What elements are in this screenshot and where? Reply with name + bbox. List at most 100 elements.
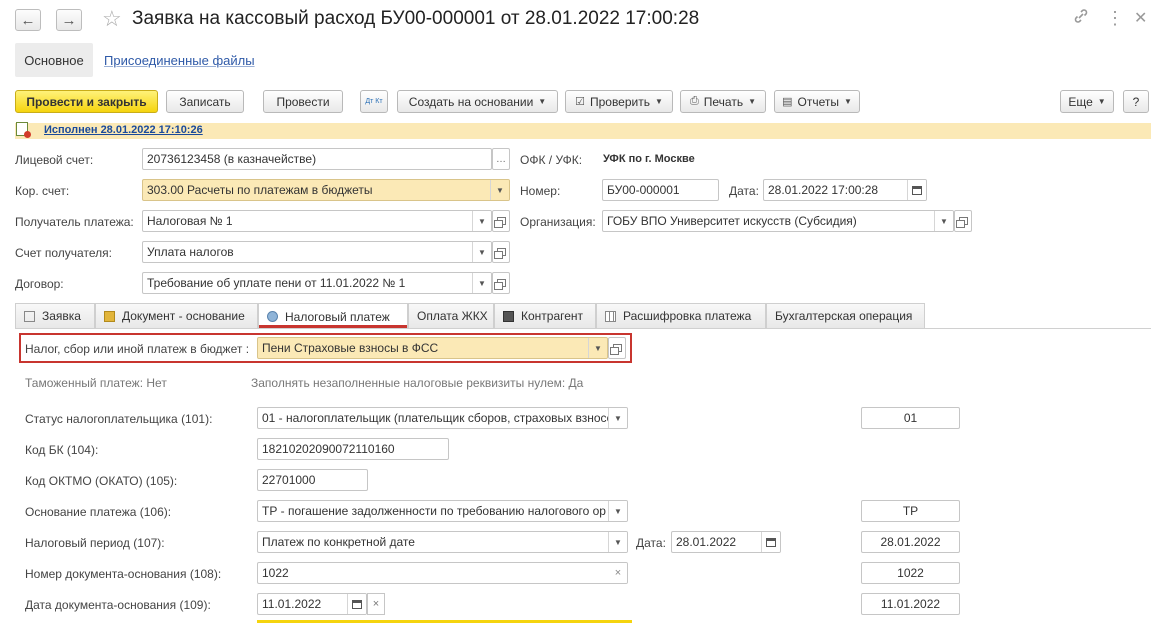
clear-icon[interactable]: ×	[609, 563, 627, 583]
more-button[interactable]: Еще ▼	[1060, 90, 1114, 113]
kbk-field[interactable]: 18210202090072110160	[257, 438, 449, 460]
open-button[interactable]	[492, 210, 510, 232]
oktmo-label: Код ОКТМО (ОКАТО) (105):	[25, 474, 178, 488]
calendar-icon[interactable]	[761, 532, 780, 552]
calendar-icon[interactable]	[907, 180, 926, 200]
dropdown-arrow-icon: ▼	[843, 97, 852, 106]
save-button[interactable]: Записать	[166, 90, 244, 113]
tab-request[interactable]: Заявка	[15, 303, 95, 328]
dropdown-arrow-icon[interactable]: ▼	[608, 408, 627, 428]
taxpayer-status-label: Статус налогоплательщика (101):	[25, 412, 213, 426]
basis-doc-number-label: Номер документа-основания (108):	[25, 567, 222, 581]
dropdown-arrow-icon[interactable]: ▼	[490, 180, 509, 200]
star-icon[interactable]: ☆	[102, 6, 122, 32]
ofk-label: ОФК / УФК:	[520, 153, 583, 167]
tax-period-code: 28.01.2022	[861, 531, 960, 553]
basis-doc-date-code: 11.01.2022	[861, 593, 960, 615]
taxpayer-status-code: 01	[861, 407, 960, 429]
active-tab-highlight	[259, 325, 407, 328]
close-icon[interactable]: ✕	[1134, 8, 1147, 28]
counterparty-icon	[503, 310, 514, 322]
number-label: Номер:	[520, 184, 561, 198]
personal-account-field[interactable]: 20736123458 (в казначействе)	[142, 148, 492, 170]
open-window-icon	[609, 344, 622, 355]
basis-doc-date-field[interactable]: 11.01.2022	[257, 593, 367, 615]
recipient-field[interactable]: Налоговая № 1 ▼	[142, 210, 492, 232]
dropdown-arrow-icon[interactable]: ▼	[934, 211, 953, 231]
tab-payment-details[interactable]: Расшифровка платежа	[596, 303, 766, 328]
cor-account-label: Кор. счет:	[15, 184, 70, 198]
tab-counterparty[interactable]: Контрагент	[494, 303, 596, 328]
ellipsis-icon: …	[496, 153, 506, 165]
open-window-icon	[493, 217, 506, 228]
date-field[interactable]: 28.01.2022 17:00:28	[763, 179, 927, 201]
status-link[interactable]: Исполнен 28.01.2022 17:10:26	[44, 124, 203, 136]
open-window-icon	[955, 217, 968, 228]
check-icon: ☑	[575, 96, 585, 108]
tab-basis-document[interactable]: Документ - основание	[95, 303, 258, 328]
dropdown-arrow-icon[interactable]: ▼	[472, 273, 491, 293]
tax-payment-label: Налог, сбор или иной платеж в бюджет :	[25, 342, 250, 356]
more-icon[interactable]: ⋮	[1106, 8, 1124, 29]
contract-label: Договор:	[15, 277, 64, 291]
checkbox-icon	[24, 310, 35, 322]
check-button[interactable]: ☑ Проверить ▼	[565, 90, 673, 113]
payment-basis-field[interactable]: ТР - погашение задолженности по требован…	[257, 500, 628, 522]
post-and-close-button[interactable]: Провести и закрыть	[15, 90, 158, 113]
calendar-icon[interactable]	[347, 594, 366, 614]
document-icon	[104, 310, 115, 322]
ofk-value: УФК по г. Москве	[603, 153, 695, 165]
open-button[interactable]	[492, 272, 510, 294]
basis-doc-date-label: Дата документа-основания (109):	[25, 598, 211, 612]
dropdown-arrow-icon[interactable]: ▼	[472, 242, 491, 262]
oktmo-field[interactable]: 22701000	[257, 469, 368, 491]
open-button[interactable]	[492, 241, 510, 263]
date-label: Дата:	[729, 184, 759, 198]
back-button[interactable]: ←	[15, 9, 41, 31]
link-icon[interactable]	[1073, 8, 1089, 29]
payment-basis-code: ТР	[861, 500, 960, 522]
help-button[interactable]: ?	[1123, 90, 1149, 113]
tab-attached-files[interactable]: Присоединенные файлы	[104, 53, 255, 68]
post-button[interactable]: Провести	[263, 90, 343, 113]
personal-account-label: Лицевой счет:	[15, 153, 94, 167]
contract-field[interactable]: Требование об уплате пени от 11.01.2022 …	[142, 272, 492, 294]
tax-payment-field[interactable]: Пени Страховые взносы в ФСС ▼	[257, 337, 608, 359]
dropdown-arrow-icon[interactable]: ▼	[472, 211, 491, 231]
reports-button[interactable]: ▤ Отчеты ▼	[774, 90, 860, 113]
dt-kt-button[interactable]: Дт Кт	[360, 90, 388, 113]
create-based-on-button[interactable]: Создать на основании ▼	[397, 90, 558, 113]
tab-main[interactable]: Основное	[15, 43, 93, 77]
organization-field[interactable]: ГОБУ ВПО Университет искусств (Субсидия)…	[602, 210, 954, 232]
open-button[interactable]	[954, 210, 972, 232]
tax-period-field[interactable]: Платеж по конкретной дате ▼	[257, 531, 628, 553]
cor-account-field[interactable]: 303.00 Расчеты по платежам в бюджеты ▼	[142, 179, 510, 201]
clear-button[interactable]: ×	[367, 593, 385, 615]
number-field[interactable]: БУ00-000001	[602, 179, 719, 201]
organization-label: Организация:	[520, 215, 596, 229]
page-title: Заявка на кассовый расход БУ00-000001 от…	[132, 8, 700, 29]
dropdown-arrow-icon[interactable]: ▼	[608, 532, 627, 552]
table-icon	[605, 310, 616, 322]
tax-period-date-field[interactable]: 28.01.2022	[671, 531, 781, 553]
kbk-label: Код БК (104):	[25, 443, 99, 457]
open-window-icon	[493, 279, 506, 290]
select-button[interactable]: …	[492, 148, 510, 170]
fill-zero-setting[interactable]: Заполнять незаполненные налоговые реквиз…	[251, 376, 583, 390]
tabs-divider	[15, 328, 1151, 329]
printer-icon: ⎙	[689, 95, 699, 107]
dropdown-arrow-icon: ▼	[1097, 97, 1106, 106]
tab-utilities[interactable]: Оплата ЖКХ	[408, 303, 494, 328]
recipient-account-label: Счет получателя:	[15, 246, 112, 260]
print-button[interactable]: ⎙ Печать ▼	[680, 90, 766, 113]
basis-doc-number-field[interactable]: 1022 ×	[257, 562, 628, 584]
taxpayer-status-field[interactable]: 01 - налогоплательщик (плательщик сборов…	[257, 407, 628, 429]
customs-payment[interactable]: Таможенный платеж: Нет	[25, 376, 167, 390]
recipient-account-field[interactable]: Уплата налогов ▼	[142, 241, 492, 263]
open-button[interactable]	[608, 337, 626, 359]
dropdown-arrow-icon: ▼	[654, 97, 663, 106]
dropdown-arrow-icon[interactable]: ▼	[608, 501, 627, 521]
forward-button[interactable]: →	[56, 9, 82, 31]
tab-accounting-operation[interactable]: Бухгалтерская операция	[766, 303, 925, 328]
dropdown-arrow-icon[interactable]: ▼	[588, 338, 607, 358]
